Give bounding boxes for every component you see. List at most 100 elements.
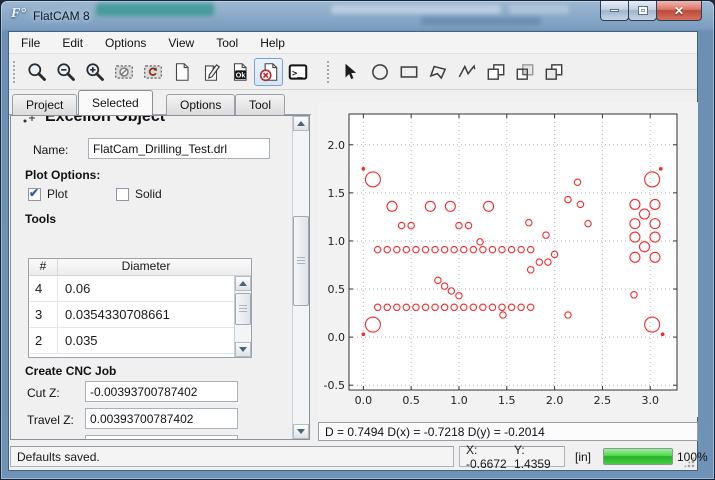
svg-text:2.0: 2.0: [546, 394, 564, 407]
tab-selected[interactable]: Selected: [78, 90, 153, 115]
thumb-grip: [297, 257, 305, 264]
scroll-up-button[interactable]: [235, 276, 251, 291]
scroll-thumb[interactable]: [293, 216, 309, 306]
draw-path-button[interactable]: [452, 58, 481, 86]
clear-plot-button[interactable]: [109, 58, 138, 86]
selected-panel: Excellon Object Name: FlatCam_Drilling_T…: [10, 115, 310, 440]
zoom-in-button[interactable]: [80, 58, 109, 86]
menu-options[interactable]: Options: [95, 33, 156, 53]
edit-object-button[interactable]: [196, 58, 225, 86]
subtract-icon: [543, 61, 565, 83]
menu-file[interactable]: File: [11, 33, 50, 53]
status-message-box: Defaults saved.: [10, 446, 454, 467]
intersection-button[interactable]: [510, 58, 539, 86]
plot-checkbox[interactable]: [28, 188, 41, 201]
toolbar-drag-handle[interactable]: [12, 60, 17, 84]
draw-polygon-button[interactable]: [423, 58, 452, 86]
object-title: Excellon Object: [45, 116, 165, 126]
thumb-grip: [239, 305, 247, 312]
table-row[interactable]: 3 0.0354330708661: [29, 302, 234, 328]
toolbar: Ok >_: [9, 54, 697, 90]
subtract-button[interactable]: [539, 58, 568, 86]
new-file-icon: [171, 61, 193, 83]
zoom-out-button[interactable]: [51, 58, 80, 86]
triangle-down-icon: [297, 429, 305, 434]
ok-button[interactable]: Ok: [225, 58, 254, 86]
draw-circle-button[interactable]: [365, 58, 394, 86]
col-header-diameter[interactable]: Diameter: [58, 259, 234, 275]
triangle-up-icon: [239, 281, 247, 286]
svg-text:1.0: 1.0: [450, 394, 468, 407]
toolbar-drag-handle[interactable]: [326, 60, 331, 84]
svg-text:1.5: 1.5: [498, 394, 516, 407]
new-project-button[interactable]: [167, 58, 196, 86]
shell-button[interactable]: >_: [283, 58, 312, 86]
close-button[interactable]: ✕: [656, 1, 702, 21]
zoom-fit-icon: [26, 61, 48, 83]
glass-reflection: [96, 3, 214, 16]
table-row[interactable]: 4 0.06: [29, 276, 234, 302]
tab-options[interactable]: Options: [166, 94, 235, 115]
coord-y: Y: 1.4359: [514, 443, 558, 471]
circle-shape-icon: [369, 61, 391, 83]
delete-file-icon: [258, 61, 280, 83]
restore-button[interactable]: [628, 1, 657, 21]
travelz-label: Travel Z:: [27, 413, 74, 427]
terminal-icon: >_: [287, 61, 309, 83]
menu-help[interactable]: Help: [250, 33, 295, 53]
menu-view[interactable]: View: [158, 33, 204, 53]
solid-checkbox[interactable]: [116, 188, 129, 201]
measurement-text: D = 0.7494 D(x) = -0.7218 D(y) = -0.2014: [325, 425, 545, 439]
zoom-fit-button[interactable]: [22, 58, 51, 86]
tab-tool[interactable]: Tool: [235, 94, 285, 115]
menu-edit[interactable]: Edit: [52, 33, 93, 53]
glass-reflection: [421, 17, 541, 25]
plot-canvas[interactable]: 0.00.51.01.52.02.53.0-0.50.00.51.01.52.0: [318, 102, 698, 417]
svg-text:0.5: 0.5: [402, 394, 420, 407]
tab-project[interactable]: Project: [12, 94, 77, 115]
panel-scrollbar[interactable]: [292, 116, 309, 439]
feedrate-input[interactable]: 0.11811023622: [85, 435, 238, 440]
excellon-object-form: Excellon Object Name: FlatCam_Drilling_T…: [11, 116, 292, 439]
solid-checkbox-row: Solid: [116, 187, 162, 201]
table-scrollbar[interactable]: [234, 276, 251, 357]
union-button[interactable]: [481, 58, 510, 86]
replot-button[interactable]: [138, 58, 167, 86]
svg-text:-0.5: -0.5: [324, 379, 345, 392]
table-row[interactable]: 2 0.035: [29, 328, 234, 354]
col-header-num[interactable]: #: [29, 259, 58, 275]
cutz-input[interactable]: -0.00393700787402: [85, 381, 238, 402]
polyline-icon: [456, 61, 478, 83]
scroll-down-button[interactable]: [235, 342, 251, 357]
titlebar[interactable]: F° FlatCAM 8 ✕: [1, 1, 715, 31]
minimize-button[interactable]: [600, 1, 629, 21]
scroll-down-button[interactable]: [293, 424, 309, 439]
svg-text:1.0: 1.0: [328, 235, 346, 248]
svg-text:>_: >_: [291, 68, 302, 78]
triangle-down-icon: [239, 347, 247, 352]
cursor-arrow-icon: [340, 61, 362, 83]
tools-table-header: # Diameter: [29, 259, 251, 276]
rectangle-shape-icon: [398, 61, 420, 83]
ok-file-icon: Ok: [229, 61, 251, 83]
menubar: File Edit Options View Tool Help: [9, 32, 697, 54]
coordinates-box: X: -0.6672 Y: 1.4359: [459, 446, 565, 467]
progress-bar: [603, 448, 673, 465]
draw-rectangle-button[interactable]: [394, 58, 423, 86]
plot-checkbox-label: Plot: [47, 187, 68, 201]
scroll-up-button[interactable]: [293, 116, 309, 131]
scroll-thumb[interactable]: [235, 293, 251, 325]
menu-tool[interactable]: Tool: [206, 33, 248, 53]
travelz-input[interactable]: 0.00393700787402: [85, 408, 238, 429]
close-icon: ✕: [674, 4, 684, 18]
svg-text:0.5: 0.5: [328, 283, 346, 296]
drill-points-icon: [21, 116, 37, 125]
status-message: Defaults saved.: [17, 450, 100, 464]
select-tool-button[interactable]: [336, 58, 365, 86]
name-input[interactable]: FlatCam_Drilling_Test.drl: [88, 138, 270, 159]
cutz-label: Cut Z:: [27, 386, 60, 400]
window-title: FlatCAM 8: [33, 9, 90, 23]
delete-object-button[interactable]: [254, 58, 283, 86]
svg-text:3.0: 3.0: [641, 394, 659, 407]
client-area: File Edit Options View Tool Help Ok >_: [8, 31, 698, 471]
